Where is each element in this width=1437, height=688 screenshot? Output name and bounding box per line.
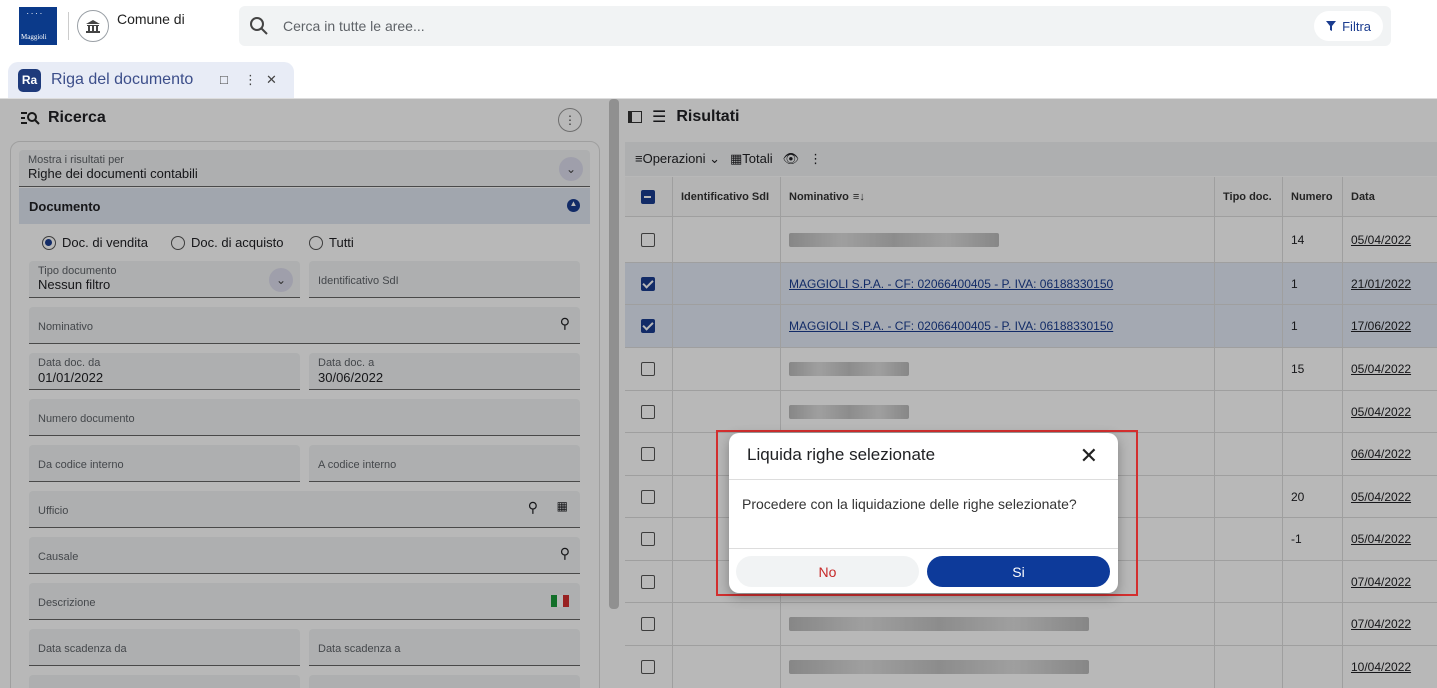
top-bar: • • • • Maggioli Comune di Cerca in tutte… [0, 0, 1437, 54]
more-icon[interactable]: ⋮ [244, 72, 257, 88]
filter-button[interactable]: Filtra [1314, 11, 1383, 41]
search-placeholder: Cerca in tutte le aree... [283, 18, 425, 34]
close-icon[interactable]: ✕ [1080, 443, 1098, 469]
filter-icon [1326, 21, 1337, 31]
bookmark-icon[interactable]: □ [220, 72, 228, 87]
modal-overlay [0, 99, 1437, 688]
close-icon[interactable]: ✕ [266, 72, 277, 88]
search-icon [250, 17, 268, 35]
tab-riga-documento[interactable]: Ra Riga del documento □ ⋮ ✕ [8, 62, 294, 98]
dialog-message: Procedere con la liquidazione delle righ… [742, 496, 1077, 512]
yes-button[interactable]: Si [927, 556, 1110, 587]
no-button[interactable]: No [736, 556, 919, 587]
dialog-title: Liquida righe selezionate [747, 445, 936, 464]
tab-app-icon: Ra [18, 68, 41, 92]
global-search[interactable]: Cerca in tutte le aree... Filtra [239, 6, 1391, 46]
confirm-dialog: Liquida righe selezionate ✕ Procedere co… [729, 433, 1118, 593]
filter-label: Filtra [1342, 18, 1371, 34]
divider [68, 12, 69, 40]
institution-icon[interactable] [77, 10, 109, 42]
tab-title: Riga del documento [51, 71, 194, 88]
maggioli-logo[interactable]: • • • • Maggioli [19, 7, 57, 45]
tab-bar: Ra Riga del documento □ ⋮ ✕ [0, 54, 1437, 99]
divider [729, 479, 1118, 480]
divider [729, 548, 1118, 549]
logo-text: Maggioli [21, 33, 47, 41]
institution-name: Comune di [117, 11, 185, 27]
